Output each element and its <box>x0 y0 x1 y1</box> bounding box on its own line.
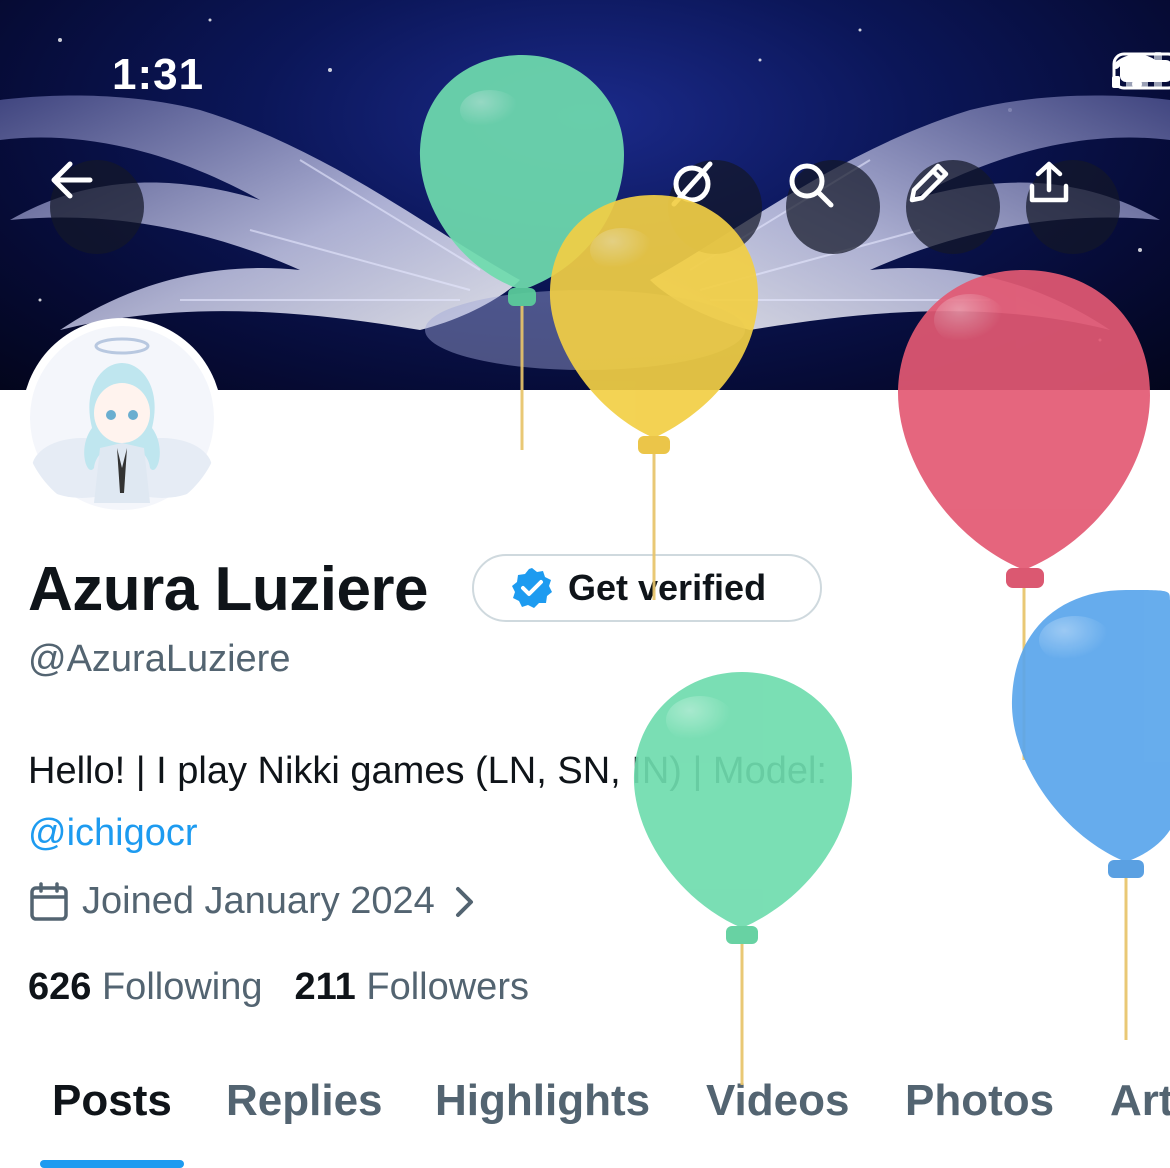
balloon-blue <box>1011 590 1170 1040</box>
following-label: Following <box>101 966 263 1008</box>
back-arrow-icon <box>51 161 93 199</box>
back-button[interactable] <box>50 160 144 254</box>
balloon-green-bottom <box>633 672 852 1085</box>
profile-banner[interactable]: 1:31 <box>0 0 1170 390</box>
chevron-right-icon <box>455 886 473 917</box>
tab-highlights[interactable]: Highlights <box>435 1076 650 1126</box>
calendar-icon <box>30 881 68 921</box>
avatar-image <box>30 326 214 510</box>
profile-tabs: Posts Replies Highlights Videos Photos A… <box>0 1076 1170 1168</box>
bio-text: Hello! | I play Nikki games (LN, SN, IN)… <box>28 750 827 792</box>
get-verified-label: Get verified <box>568 567 767 608</box>
tab-posts[interactable]: Posts <box>52 1076 172 1126</box>
edit-button[interactable] <box>906 160 1000 254</box>
display-name: Azura Luziere <box>28 555 429 624</box>
joined-date[interactable]: Joined January 2024 <box>28 880 477 923</box>
share-button[interactable] <box>1026 160 1120 254</box>
tab-videos[interactable]: Videos <box>706 1076 849 1126</box>
grok-button[interactable] <box>668 160 762 254</box>
followers-label: Followers <box>366 966 529 1008</box>
bio-mention-link[interactable]: @ichigocr <box>28 812 198 854</box>
get-verified-button[interactable]: Get verified <box>472 554 822 622</box>
search-icon <box>789 163 834 208</box>
tab-replies[interactable]: Replies <box>226 1076 383 1126</box>
profile-avatar[interactable] <box>22 318 222 518</box>
status-time: 1:31 <box>112 50 205 99</box>
grok-icon <box>671 161 713 207</box>
verified-badge-icon <box>512 568 552 608</box>
followers-link[interactable]: 211 Followers <box>295 966 529 1009</box>
followers-count: 211 <box>294 966 356 1008</box>
follow-counts: 626 Following 211 Followers <box>28 966 529 1009</box>
share-icon <box>1029 161 1069 203</box>
following-count: 626 <box>28 966 92 1008</box>
tab-photos[interactable]: Photos <box>905 1076 1054 1126</box>
profile-bio: Hello! | I play Nikki games (LN, SN, IN)… <box>28 740 1028 864</box>
search-button[interactable] <box>786 160 880 254</box>
profile-handle: @AzuraLuziere <box>28 638 291 680</box>
active-tab-indicator <box>40 1160 184 1168</box>
battery-icon <box>1112 52 1170 90</box>
joined-label: Joined January 2024 <box>82 880 435 922</box>
edit-pencil-icon <box>909 163 949 203</box>
following-link[interactable]: 626 Following <box>28 966 263 1009</box>
tab-art[interactable]: Art <box>1110 1076 1170 1126</box>
